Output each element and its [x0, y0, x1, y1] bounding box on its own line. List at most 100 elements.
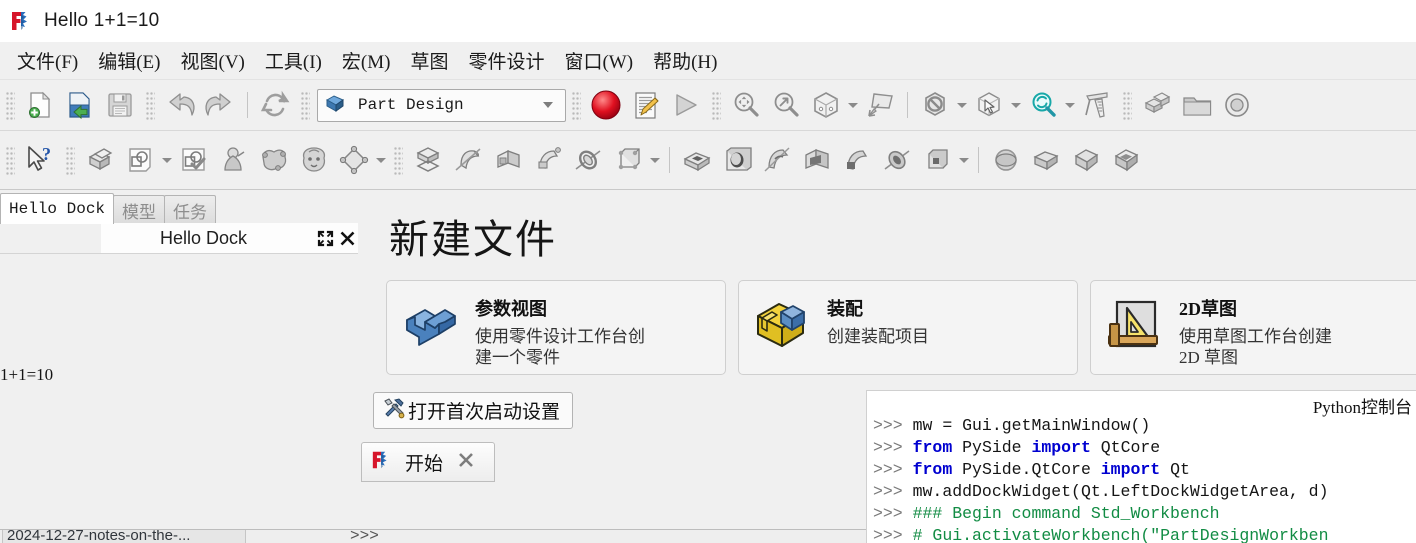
toolbar-handle[interactable]	[393, 145, 403, 175]
revolution-icon[interactable]	[448, 140, 488, 180]
chevron-down-icon[interactable]	[543, 102, 553, 108]
taskbar-item[interactable]: 2024-12-27-notes-on-the-...	[2, 530, 246, 543]
toolbar-handle[interactable]	[300, 90, 310, 120]
svg-text:?: ?	[42, 144, 51, 164]
menu-item-edit[interactable]: 编辑(E)	[89, 44, 169, 77]
hole-icon[interactable]	[717, 140, 757, 180]
additive-helix-icon[interactable]	[568, 140, 608, 180]
save-document-icon[interactable]	[100, 85, 140, 125]
create-datum-plane-icon[interactable]	[334, 140, 374, 180]
create-part-icon[interactable]	[1137, 85, 1177, 125]
groove-icon[interactable]	[757, 140, 797, 180]
subtractive-loft-icon[interactable]	[797, 140, 837, 180]
additive-primitive-icon[interactable]	[608, 140, 648, 180]
fillet-icon[interactable]	[986, 140, 1026, 180]
chevron-down-icon[interactable]	[846, 85, 860, 125]
float-restore-icon[interactable]	[314, 226, 336, 250]
fit-selection-icon[interactable]	[766, 85, 806, 125]
card-description: 使用草图工作台创建 2D 草图	[1179, 327, 1332, 368]
menu-item-window[interactable]: 窗口(W)	[555, 44, 642, 77]
box-selection-icon[interactable]	[969, 85, 1009, 125]
create-body-icon[interactable]	[1217, 85, 1257, 125]
create-body-icon[interactable]	[80, 140, 120, 180]
macro-record-icon[interactable]	[586, 85, 626, 125]
create-subshapebinder-icon[interactable]	[294, 140, 334, 180]
open-document-icon[interactable]	[60, 85, 100, 125]
card-heading: 装配	[827, 299, 863, 319]
python-prompt: >>>	[873, 438, 903, 457]
chevron-down-icon[interactable]	[648, 140, 662, 180]
measure-icon[interactable]	[1077, 85, 1117, 125]
python-code-segment: PySide	[952, 438, 1032, 457]
subtractive-primitive-icon[interactable]	[917, 140, 957, 180]
toolbar-file: Part Design	[0, 80, 1416, 131]
toolbar-separator	[978, 147, 979, 173]
card-heading: 参数视图	[475, 299, 547, 319]
clipping-plane-icon[interactable]	[1023, 85, 1063, 125]
chevron-down-icon[interactable]	[1063, 85, 1077, 125]
axonometric-view-icon[interactable]	[806, 85, 846, 125]
open-first-start-settings-button[interactable]: 打开首次启动设置	[373, 392, 574, 429]
subtractive-pipe-icon[interactable]	[837, 140, 877, 180]
toolbar-handle[interactable]	[65, 145, 75, 175]
toolbar-handle[interactable]	[145, 90, 155, 120]
dock-tab-model[interactable]: 模型	[113, 195, 166, 224]
dock-title: Hello Dock	[159, 227, 248, 248]
card-2d-sketch[interactable]: 2D草图 使用草图工作台创建 2D 草图	[1090, 280, 1416, 375]
fit-all-icon[interactable]	[726, 85, 766, 125]
draw-style-icon[interactable]	[860, 85, 900, 125]
undo-icon[interactable]	[160, 85, 200, 125]
create-point-icon[interactable]	[214, 140, 254, 180]
dock-tab-hello-dock[interactable]: Hello Dock	[0, 193, 115, 224]
python-console-line: >>> from PySide.QtCore import Qt	[873, 459, 1416, 481]
toolbar-handle[interactable]	[5, 90, 15, 120]
redo-icon[interactable]	[200, 85, 240, 125]
python-code-segment: ### Begin command Std_Workbench	[902, 504, 1220, 523]
validate-sketch-icon[interactable]	[174, 140, 214, 180]
document-tab-start[interactable]: 开始	[361, 442, 495, 482]
toolbar-handle[interactable]	[5, 145, 15, 175]
menu-item-macro[interactable]: 宏(M)	[333, 44, 400, 77]
macro-execute-icon[interactable]	[666, 85, 706, 125]
python-console-output[interactable]: >>> mw = Gui.getMainWindow() >>> from PyS…	[873, 415, 1416, 543]
refresh-icon[interactable]	[255, 85, 295, 125]
chevron-down-icon[interactable]	[957, 140, 971, 180]
create-sketch-icon[interactable]	[120, 140, 160, 180]
menu-item-help[interactable]: 帮助(H)	[644, 44, 726, 77]
additive-loft-icon[interactable]	[488, 140, 528, 180]
freecad-main-window: Hello 1+1=10 文件(F) 编辑(E) 视图(V) 工具(I) 宏(M…	[0, 0, 1416, 543]
new-document-icon[interactable]	[20, 85, 60, 125]
additive-pipe-icon[interactable]	[528, 140, 568, 180]
whats-this-icon[interactable]: ?	[20, 140, 60, 180]
chevron-down-icon[interactable]	[955, 85, 969, 125]
menu-item-part-design[interactable]: 零件设计	[459, 44, 553, 77]
toolbar-handle[interactable]	[571, 90, 581, 120]
close-icon[interactable]	[336, 226, 358, 250]
card-text-block: 2D草图 使用草图工作台创建 2D 草图	[1179, 293, 1416, 368]
pad-icon[interactable]	[408, 140, 448, 180]
workbench-selector[interactable]: Part Design	[317, 88, 566, 122]
menu-item-view[interactable]: 视图(V)	[172, 44, 254, 77]
dock-tab-tasks[interactable]: 任务	[164, 195, 217, 224]
chamfer-icon[interactable]	[1026, 140, 1066, 180]
create-group-icon[interactable]	[1177, 85, 1217, 125]
menu-item-file[interactable]: 文件(F)	[8, 44, 87, 77]
selection-view-icon[interactable]	[915, 85, 955, 125]
chevron-down-icon[interactable]	[374, 140, 388, 180]
toolbar-handle[interactable]	[711, 90, 721, 120]
macro-edit-icon[interactable]	[626, 85, 666, 125]
python-console-panel[interactable]: Python控制台 >>> mw = Gui.getMainWindow() >>…	[866, 390, 1416, 543]
draft-icon[interactable]	[1066, 140, 1106, 180]
toolbar-handle[interactable]	[1122, 90, 1132, 120]
menu-item-tools[interactable]: 工具(I)	[256, 44, 331, 77]
subtractive-helix-icon[interactable]	[877, 140, 917, 180]
chevron-down-icon[interactable]	[1009, 85, 1023, 125]
card-assembly[interactable]: 装配 创建装配项目	[738, 280, 1078, 375]
menu-item-sketch[interactable]: 草图	[401, 44, 457, 77]
close-icon[interactable]	[457, 451, 475, 474]
card-part-design[interactable]: 参数视图 使用零件设计工作台创 建一个零件	[386, 280, 726, 375]
chevron-down-icon[interactable]	[160, 140, 174, 180]
create-shapebinder-icon[interactable]	[254, 140, 294, 180]
thickness-icon[interactable]	[1106, 140, 1146, 180]
pocket-icon[interactable]	[677, 140, 717, 180]
